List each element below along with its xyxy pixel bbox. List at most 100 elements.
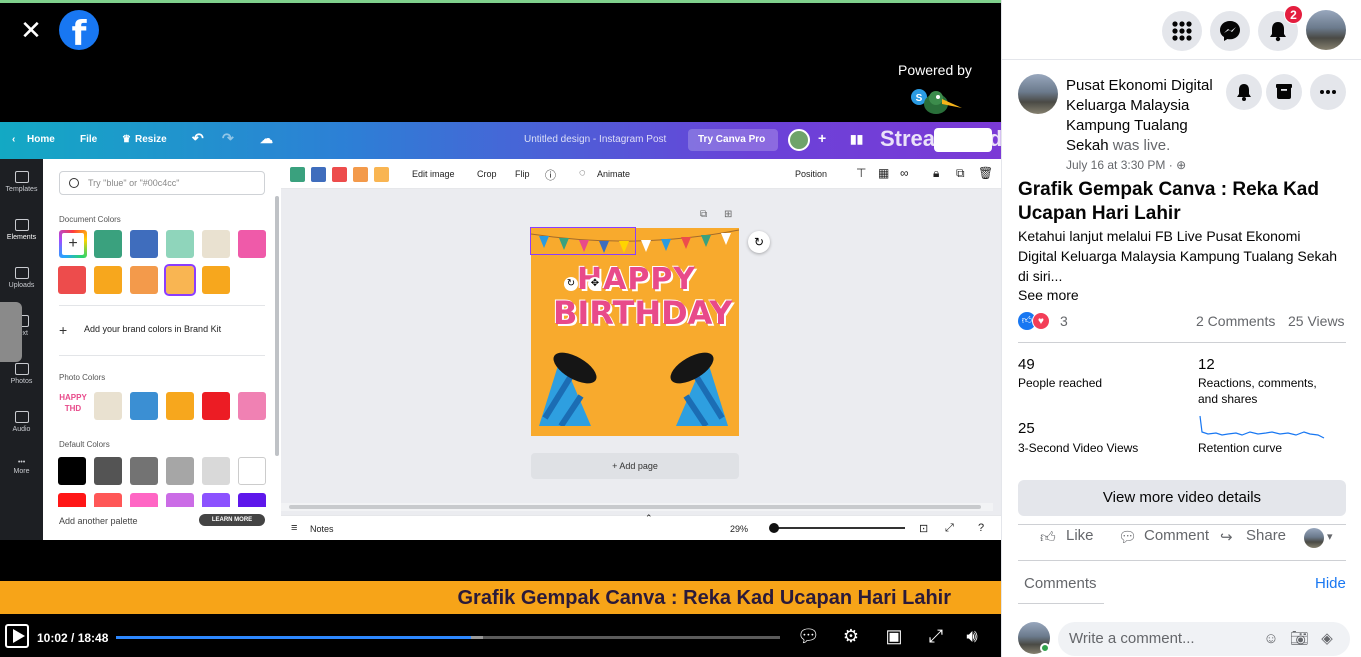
add-page-button[interactable]: + Add page bbox=[531, 453, 739, 479]
volume-icon[interactable]: 🔊︎ bbox=[962, 626, 982, 646]
lock-icon[interactable]: 🔒︎ bbox=[933, 166, 939, 181]
streamyard-drag-handle[interactable] bbox=[0, 302, 22, 362]
color-swatch[interactable] bbox=[58, 266, 86, 294]
redo-icon[interactable]: ↷ bbox=[222, 130, 234, 147]
transparency-icon[interactable]: ▦ bbox=[878, 166, 889, 180]
workspace-hscrollbar[interactable] bbox=[281, 503, 993, 511]
color-swatch[interactable] bbox=[202, 266, 230, 294]
video-player[interactable]: ✕ f Powered by S ‹ Home File ♛ Resize ↶ … bbox=[0, 0, 1001, 657]
learn-more-button[interactable]: LEARN MORE bbox=[199, 514, 265, 526]
close-icon[interactable]: ✕ bbox=[18, 17, 44, 43]
like-button[interactable]: 👍︎ Like bbox=[1040, 527, 1094, 549]
color-swatch[interactable] bbox=[94, 457, 122, 485]
sticker-icon[interactable]: ◈ bbox=[1318, 630, 1336, 648]
canva-home-link[interactable]: Home bbox=[27, 134, 55, 145]
birthday-card-design[interactable]: HAPPY BIRTHDAY bbox=[531, 228, 739, 436]
facebook-logo-icon[interactable]: f bbox=[59, 10, 99, 50]
color-swatch[interactable] bbox=[130, 457, 158, 485]
color-swatch[interactable] bbox=[130, 230, 158, 258]
canva-doc-title[interactable]: Untitled design - Instagram Post bbox=[524, 134, 666, 145]
color-swatch[interactable] bbox=[202, 457, 230, 485]
color-swatch[interactable] bbox=[202, 230, 230, 258]
flip-button[interactable]: Flip bbox=[515, 169, 530, 179]
see-more-link[interactable]: See more bbox=[1018, 287, 1079, 303]
edit-image-button[interactable]: Edit image bbox=[412, 169, 455, 179]
chevron-up-icon[interactable]: ⌃ bbox=[645, 513, 653, 524]
add-color-swatch[interactable]: + bbox=[59, 230, 87, 258]
post-timestamp[interactable]: July 16 at 3:30 PM · ⊕ bbox=[1066, 158, 1186, 172]
toolbar-color-swatch[interactable] bbox=[290, 167, 305, 182]
trash-icon[interactable]: 🗑︎ bbox=[978, 166, 993, 180]
rail-uploads[interactable]: Uploads bbox=[0, 267, 43, 289]
color-swatch[interactable] bbox=[94, 392, 122, 420]
add-collaborator-icon[interactable]: + bbox=[818, 130, 826, 146]
notes-button[interactable]: Notes bbox=[310, 524, 334, 534]
rail-audio[interactable]: Audio bbox=[0, 411, 43, 433]
color-swatch[interactable] bbox=[94, 266, 122, 294]
panel-scrollbar[interactable] bbox=[275, 196, 279, 456]
account-avatar[interactable] bbox=[1306, 10, 1346, 50]
video-progress-bar[interactable] bbox=[116, 636, 780, 639]
undo-icon[interactable]: ↶ bbox=[192, 130, 204, 147]
comments-count-link[interactable]: 2 Comments bbox=[1196, 313, 1275, 329]
page-copy-icon[interactable]: ⧉ bbox=[700, 209, 707, 220]
insights-chart-icon[interactable]: ▮▮ bbox=[850, 132, 863, 146]
help-icon[interactable]: ? bbox=[978, 522, 984, 534]
comment-button[interactable]: 💬︎ Comment bbox=[1118, 527, 1209, 549]
view-video-details-button[interactable]: View more video details bbox=[1018, 480, 1346, 516]
settings-gear-icon[interactable]: ⚙ bbox=[841, 626, 861, 646]
duplicate-icon[interactable]: ⧉ bbox=[956, 166, 965, 181]
toolbar-color-swatch[interactable] bbox=[374, 167, 389, 182]
fullscreen-icon[interactable]: ⤢ bbox=[945, 522, 954, 535]
save-post-icon[interactable] bbox=[1266, 74, 1302, 110]
rail-more[interactable]: ••• More bbox=[0, 459, 43, 475]
color-swatch[interactable] bbox=[130, 266, 158, 294]
toolbar-color-swatch[interactable] bbox=[311, 167, 326, 182]
move-handle-icon[interactable]: ✥ bbox=[588, 277, 602, 291]
color-swatch[interactable] bbox=[238, 457, 266, 485]
canva-resize-button[interactable]: Resize bbox=[135, 134, 167, 145]
toolbar-color-swatch[interactable] bbox=[353, 167, 368, 182]
photo-thumbnail-swatch[interactable]: HAPPY THD bbox=[59, 392, 87, 420]
page-add-icon[interactable]: ⊞ bbox=[724, 209, 732, 220]
color-swatch[interactable] bbox=[94, 230, 122, 258]
brand-kit-link[interactable]: Add your brand colors in Brand Kit bbox=[84, 324, 221, 334]
toolbar-color-swatch[interactable] bbox=[332, 167, 347, 182]
rotate-handle-icon[interactable]: ↻ bbox=[564, 277, 578, 291]
menu-grid-icon[interactable] bbox=[1162, 11, 1202, 51]
color-swatch[interactable] bbox=[166, 392, 194, 420]
color-swatch[interactable] bbox=[202, 392, 230, 420]
info-icon[interactable]: ⓘ bbox=[545, 167, 556, 183]
selection-box[interactable] bbox=[530, 227, 636, 255]
hscroll-thumb[interactable] bbox=[289, 505, 981, 509]
color-swatch[interactable] bbox=[130, 392, 158, 420]
chevron-down-icon[interactable]: ▾ bbox=[1327, 530, 1333, 543]
color-swatch[interactable] bbox=[238, 230, 266, 258]
rail-photos[interactable]: Photos bbox=[0, 363, 43, 385]
back-chevron-icon[interactable]: ‹ bbox=[12, 134, 15, 145]
zoom-slider-thumb[interactable] bbox=[769, 523, 779, 533]
color-swatch[interactable] bbox=[166, 457, 194, 485]
hide-comments-link[interactable]: Hide bbox=[1315, 575, 1346, 592]
emoji-icon[interactable]: ☺ bbox=[1262, 630, 1280, 648]
more-options-icon[interactable] bbox=[1310, 74, 1346, 110]
messenger-icon[interactable] bbox=[1210, 11, 1250, 51]
rail-elements[interactable]: Elements bbox=[0, 219, 43, 241]
bell-follow-icon[interactable] bbox=[1226, 74, 1262, 110]
position-button[interactable]: Position bbox=[795, 169, 827, 179]
refresh-icon[interactable]: ↻ bbox=[748, 231, 770, 253]
add-palette-link[interactable]: Add another palette bbox=[59, 516, 138, 526]
page-avatar[interactable] bbox=[1018, 74, 1058, 114]
link-icon[interactable]: ∞ bbox=[900, 166, 909, 180]
page-view-icon[interactable]: ⊡ bbox=[919, 522, 928, 535]
picture-in-picture-icon[interactable]: ▣ bbox=[884, 626, 904, 646]
color-search-input[interactable]: Try "blue" or "#00c4cc" bbox=[59, 171, 265, 195]
play-icon[interactable] bbox=[5, 624, 29, 648]
captions-icon[interactable]: 💬︎ bbox=[797, 626, 820, 646]
crop-button[interactable]: Crop bbox=[477, 169, 497, 179]
color-swatch[interactable] bbox=[164, 264, 196, 296]
color-swatch[interactable] bbox=[166, 230, 194, 258]
canva-file-menu[interactable]: File bbox=[80, 134, 97, 145]
share-button[interactable]: ↪ Share bbox=[1220, 527, 1286, 549]
zoom-percentage[interactable]: 29% bbox=[730, 524, 748, 534]
